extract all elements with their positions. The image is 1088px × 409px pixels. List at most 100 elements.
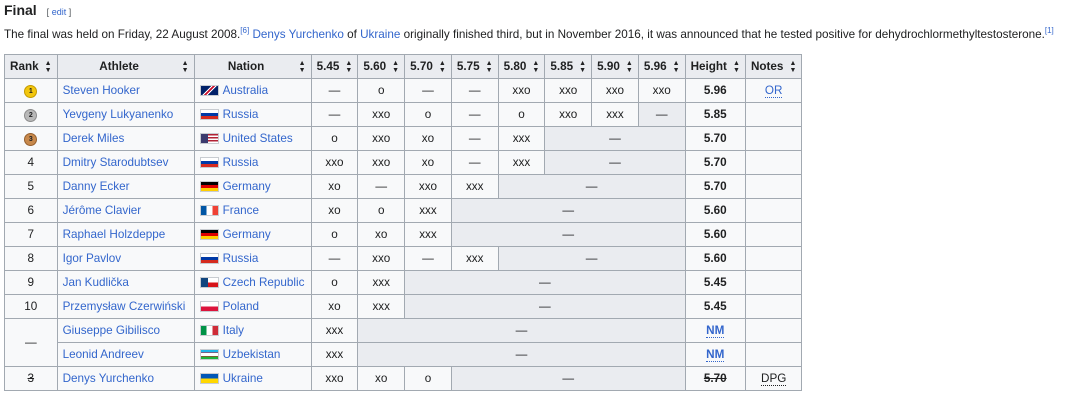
- nation-link[interactable]: Uzbekistan: [223, 348, 281, 361]
- nation-link[interactable]: Russia: [223, 252, 259, 265]
- attempt-cell: xxx: [310, 318, 359, 343]
- athlete-cell: Derek Miles: [56, 126, 195, 151]
- attempt-cell: —: [497, 246, 686, 271]
- athlete-link[interactable]: Igor Pavlov: [63, 252, 121, 265]
- attempt-cell: —: [404, 78, 452, 103]
- height-value[interactable]: NM: [706, 324, 725, 338]
- attempt-cell: —: [404, 246, 452, 271]
- height-value: 5.60: [703, 228, 727, 241]
- athlete-link[interactable]: Danny Ecker: [63, 180, 130, 193]
- nation-cell: Germany: [193, 222, 312, 247]
- header-nation[interactable]: Nation ▲ ▼: [193, 54, 312, 79]
- attempt-cell: —: [310, 102, 359, 127]
- table-row: 5 Danny Ecker Germany xo — xxo xxx —5.70: [4, 174, 803, 199]
- athlete-link[interactable]: Giuseppe Gibilisco: [63, 324, 160, 337]
- header-rank[interactable]: Rank ▲ ▼: [4, 54, 58, 79]
- rank-value: 6: [27, 204, 35, 217]
- attempt-cell: xxo: [404, 174, 452, 199]
- notes-cell: [744, 222, 803, 247]
- header-notes[interactable]: Notes ▲ ▼: [744, 54, 803, 79]
- sort-icon: ▲ ▼: [181, 59, 189, 74]
- nation-link[interactable]: Ukraine: [223, 372, 263, 385]
- athlete-link[interactable]: Steven Hooker: [63, 84, 140, 97]
- bronze-medal-icon: 3: [24, 133, 38, 146]
- header-height-5-80[interactable]: 5.80 ▲ ▼: [497, 54, 546, 79]
- nation-link[interactable]: Australia: [223, 84, 268, 97]
- athlete-link[interactable]: Jan Kudlička: [63, 276, 129, 289]
- attempt-cell: —: [404, 270, 686, 295]
- nation-link[interactable]: France: [223, 204, 259, 217]
- athlete-link[interactable]: Yevgeny Lukyanenko: [63, 108, 174, 121]
- height-value[interactable]: NM: [706, 348, 725, 362]
- athlete-link[interactable]: Denys Yurchenko: [63, 372, 154, 385]
- header-height-5-96[interactable]: 5.96 ▲ ▼: [637, 54, 686, 79]
- athlete-link-yurchenko[interactable]: Denys Yurchenko: [252, 28, 343, 41]
- attempt-cell: xxo: [357, 102, 406, 127]
- table-row: — Giuseppe Gibilisco Italy xxx — NM: [4, 318, 803, 367]
- reference-6[interactable]: [6]: [240, 26, 249, 35]
- nation-link[interactable]: Poland: [223, 300, 259, 313]
- header-height-5-75[interactable]: 5.75 ▲ ▼: [450, 54, 499, 79]
- attempt-cell: xxo: [591, 78, 639, 103]
- header-height[interactable]: Height ▲ ▼: [684, 54, 746, 79]
- header-height-5-90[interactable]: 5.90 ▲ ▼: [591, 54, 639, 79]
- athlete-link[interactable]: Przemysław Czerwiński: [63, 300, 186, 313]
- rank-value: 4: [27, 156, 35, 169]
- reference-1[interactable]: [1]: [1045, 26, 1054, 35]
- rank-cell: 8: [4, 246, 58, 271]
- rank-cell: 7: [4, 222, 58, 247]
- nation-cell: France: [193, 198, 312, 223]
- nation-link-ukraine[interactable]: Ukraine: [360, 28, 400, 41]
- nation-link[interactable]: Germany: [223, 228, 271, 241]
- nation-link[interactable]: Italy: [223, 324, 244, 337]
- header-height-5-45[interactable]: 5.45 ▲ ▼: [310, 54, 359, 79]
- attempt-cell: —: [310, 78, 359, 103]
- notes-value[interactable]: DPG: [761, 372, 787, 386]
- header-height-5-70[interactable]: 5.70 ▲ ▼: [404, 54, 452, 79]
- rank-cell: 5: [4, 174, 58, 199]
- height-cell: 5.85: [684, 102, 746, 127]
- notes-cell: [744, 294, 803, 319]
- section-heading: Final [ edit ]: [4, 2, 71, 18]
- flag-ukraine-icon: [199, 373, 219, 384]
- edit-link[interactable]: edit: [52, 7, 67, 17]
- attempt-cell: xo: [310, 294, 359, 319]
- nation-link[interactable]: Czech Republic: [223, 276, 305, 289]
- nation-link[interactable]: United States: [223, 132, 293, 145]
- athlete-link[interactable]: Leonid Andreev: [63, 348, 144, 361]
- attempt-cell: —: [637, 102, 686, 127]
- notes-cell: [744, 174, 803, 199]
- athlete-link[interactable]: Derek Miles: [63, 132, 125, 145]
- rank-cell: 1: [4, 78, 58, 103]
- attempt-cell: o: [404, 102, 452, 127]
- nation-cell: Russia: [193, 150, 312, 175]
- rank-cell: 10: [4, 294, 58, 319]
- header-athlete[interactable]: Athlete ▲ ▼: [56, 54, 195, 79]
- athlete-link[interactable]: Raphael Holzdeppe: [63, 228, 166, 241]
- nation-link[interactable]: Russia: [223, 156, 259, 169]
- notes-cell: OR: [744, 78, 803, 103]
- header-height-5-60[interactable]: 5.60 ▲ ▼: [357, 54, 406, 79]
- height-value: 5.45: [703, 300, 727, 313]
- attempt-cell: xxx: [497, 126, 546, 151]
- attempt-cell: xxx: [357, 294, 406, 319]
- nation-link[interactable]: Germany: [223, 180, 271, 193]
- rank-cell: 2: [4, 102, 58, 127]
- nation-cell: Czech Republic: [193, 270, 312, 295]
- attempt-cell: xxx: [310, 342, 359, 367]
- attempt-cell: xo: [310, 198, 359, 223]
- flag-uzbekistan-icon: [199, 349, 219, 360]
- athlete-cell: Yevgeny Lukyanenko: [56, 102, 195, 127]
- header-height-5-85[interactable]: 5.85 ▲ ▼: [544, 54, 593, 79]
- sort-icon: ▲ ▼: [392, 59, 400, 74]
- notes-value[interactable]: OR: [764, 84, 783, 98]
- height-cell: 5.70: [684, 126, 746, 151]
- athlete-link[interactable]: Jérôme Clavier: [63, 204, 142, 217]
- athlete-link[interactable]: Dmitry Starodubtsev: [63, 156, 169, 169]
- nation-cell: Ukraine: [193, 366, 312, 391]
- notes-cell: [744, 102, 803, 127]
- athlete-cell: Przemysław Czerwiński: [56, 294, 195, 319]
- table-row: Leonid Andreev Uzbekistan xxx — NM: [5, 342, 803, 367]
- nation-link[interactable]: Russia: [223, 108, 259, 121]
- height-cell: 5.70: [684, 150, 746, 175]
